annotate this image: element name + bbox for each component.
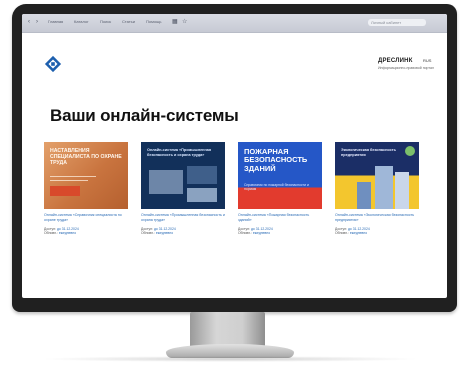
cover-title: Наставления специалиста по охране труда (50, 148, 122, 167)
system-card[interactable]: Наставления специалиста по охране труда … (44, 142, 128, 236)
browser-toolbar: ‹ › Главная Каталог Поиск Статьи Помощь … (22, 14, 447, 33)
forward-arrow-icon[interactable]: › (36, 19, 42, 25)
monitor-stand-neck (190, 312, 265, 348)
access-value: до 31.12.2024 (56, 227, 79, 231)
access-value: до 31.12.2024 (153, 227, 176, 231)
system-card[interactable]: Экологическая безопасность предприятия О… (335, 142, 419, 236)
update-row: Обновл.: ежедневно (238, 231, 322, 235)
monitor: ‹ › Главная Каталог Поиск Статьи Помощь … (12, 4, 457, 312)
cover-building (357, 182, 371, 209)
grid-icon[interactable]: ▦ (172, 19, 178, 25)
tab-articles[interactable]: Статьи (122, 19, 135, 25)
tab-search[interactable]: Поиск (100, 19, 111, 25)
cover-title: Экологическая безопасность предприятия (341, 148, 396, 157)
address-field[interactable]: Личный кабинет (368, 19, 426, 26)
card-link[interactable]: Онлайн-система «Экологическая безопаснос… (335, 213, 419, 227)
update-label: Обновл.: (335, 231, 349, 236)
update-label: Обновл.: (141, 231, 155, 236)
brand-subtitle: Информационно-правовой портал (378, 66, 434, 70)
access-label: Доступ: (238, 227, 250, 231)
cover-building (395, 172, 409, 209)
brand-name: ДРЕСЛИНК (378, 58, 413, 64)
system-card[interactable]: Онлайн-система «Промышленная безопасност… (141, 142, 225, 236)
card-link[interactable]: Онлайн-система «Пожарная безопасность зд… (238, 213, 322, 227)
card-cover[interactable]: Экологическая безопасность предприятия (335, 142, 419, 209)
card-cover[interactable]: Пожарная безопасность зданий Справочник … (238, 142, 322, 209)
access-label: Доступ: (141, 227, 153, 231)
cover-photo (149, 170, 183, 194)
cover-building (375, 166, 393, 209)
update-label: Обновл.: (238, 231, 252, 236)
screen: ‹ › Главная Каталог Поиск Статьи Помощь … (22, 14, 447, 298)
cover-decor (405, 146, 415, 156)
access-value: до 31.12.2024 (250, 227, 273, 231)
cover-photo (187, 188, 217, 202)
update-value: ежедневно (155, 231, 174, 236)
cover-photo (187, 166, 217, 184)
access-label: Доступ: (335, 227, 347, 231)
star-icon[interactable]: ☆ (182, 19, 188, 25)
access-label: Доступ: (44, 227, 56, 231)
tab-home[interactable]: Главная (48, 19, 63, 25)
cover-decor (50, 180, 88, 182)
access-value: до 31.12.2024 (347, 227, 370, 231)
card-link[interactable]: Онлайн-система «Справочник специалиста п… (44, 213, 128, 227)
update-value: ежедневно (349, 231, 368, 236)
system-card[interactable]: Пожарная безопасность зданий Справочник … (238, 142, 322, 236)
update-row: Обновл.: ежедневно (141, 231, 225, 235)
card-link[interactable]: Онлайн-система «Промышленная безопасност… (141, 213, 225, 227)
cover-subtitle: Справочник по пожарной безопасности и но… (244, 183, 309, 192)
update-row: Обновл.: ежедневно (335, 231, 419, 235)
cover-decor (50, 176, 96, 178)
cover-title: Онлайн-система «Промышленная безопасност… (147, 148, 212, 157)
tab-catalog[interactable]: Каталог (74, 19, 89, 25)
cover-title: Пожарная безопасность зданий (244, 147, 308, 173)
page-title: Ваши онлайн-системы (50, 106, 239, 125)
site-logo-icon[interactable] (44, 55, 62, 73)
update-value: ежедневно (252, 231, 271, 236)
tab-help[interactable]: Помощь (146, 19, 161, 25)
update-row: Обновл.: ежедневно (44, 231, 128, 235)
card-cover[interactable]: Онлайн-система «Промышленная безопасност… (141, 142, 225, 209)
update-value: ежедневно (58, 231, 77, 236)
language-switch[interactable]: RUS (423, 58, 431, 63)
floor-shadow (40, 356, 420, 362)
back-arrow-icon[interactable]: ‹ (28, 19, 34, 25)
card-cover[interactable]: Наставления специалиста по охране труда (44, 142, 128, 209)
cover-decor (50, 186, 80, 196)
update-label: Обновл.: (44, 231, 58, 236)
